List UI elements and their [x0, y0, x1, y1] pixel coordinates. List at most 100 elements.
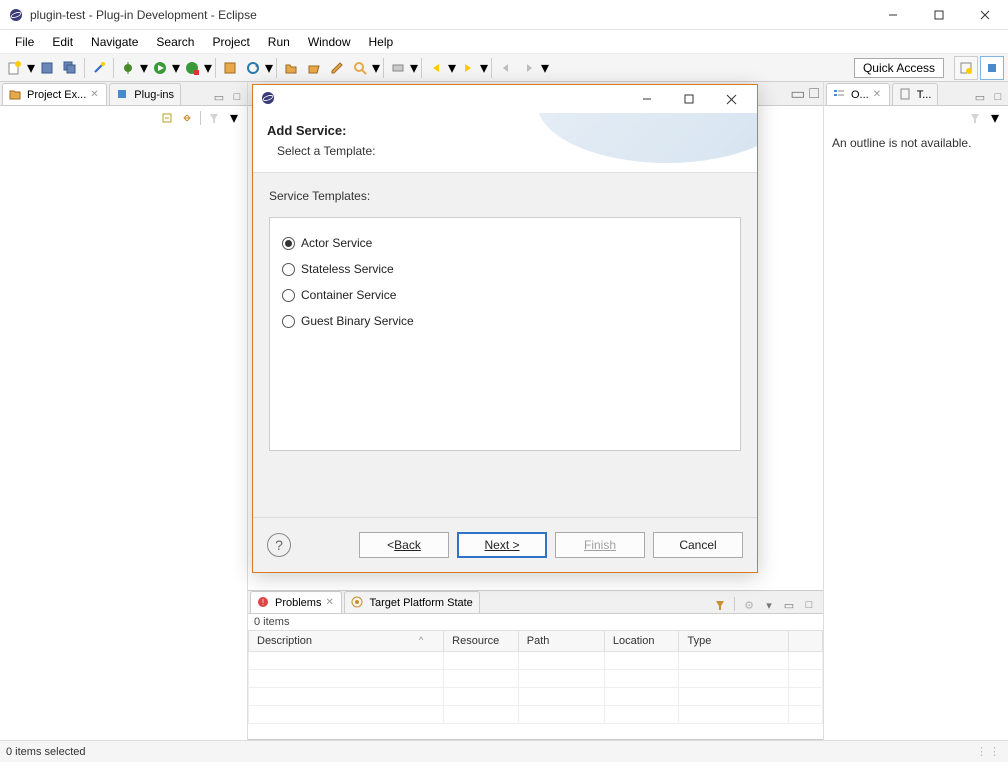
outline-icon — [833, 88, 847, 102]
project-explorer-toolbar: ▾ — [0, 106, 247, 130]
filter-icon[interactable] — [205, 109, 223, 127]
dialog-footer: ? < Back Next > Finish Cancel — [253, 518, 757, 572]
dropdown-icon[interactable]: ▾ — [204, 58, 212, 78]
col-spacer — [788, 631, 822, 652]
back-button[interactable]: < Back — [359, 532, 449, 558]
titlebar: plugin-test - Plug-in Development - Ecli… — [0, 0, 1008, 30]
collapse-all-icon[interactable] — [158, 109, 176, 127]
menu-file[interactable]: File — [6, 32, 43, 52]
view-menu-icon[interactable]: ▾ — [986, 109, 1004, 127]
problems-icon: ! — [257, 596, 271, 610]
menu-project[interactable]: Project — [203, 32, 258, 52]
minimize-view-icon[interactable]: ▭ — [781, 597, 797, 613]
radio-guest-binary-service[interactable]: Guest Binary Service — [280, 308, 730, 334]
new-icon[interactable] — [4, 57, 26, 79]
dropdown-icon[interactable]: ▾ — [410, 58, 418, 78]
back-icon[interactable] — [495, 57, 517, 79]
menu-navigate[interactable]: Navigate — [82, 32, 147, 52]
table-row — [249, 688, 823, 706]
tab-problems[interactable]: ! Problems ✕ — [250, 591, 342, 613]
window-maximize[interactable] — [916, 0, 962, 30]
dropdown-icon[interactable]: ▾ — [541, 58, 549, 78]
close-icon[interactable]: ✕ — [325, 597, 335, 608]
col-resource[interactable]: Resource — [444, 631, 519, 652]
quick-access[interactable]: Quick Access — [854, 58, 944, 78]
wand-icon[interactable] — [88, 57, 110, 79]
perspective-plugin-icon[interactable] — [980, 56, 1004, 80]
view-menu-icon[interactable]: ⚙ — [741, 597, 757, 613]
toggle-icon[interactable] — [387, 57, 409, 79]
window-minimize[interactable] — [870, 0, 916, 30]
table-row — [249, 652, 823, 670]
menu-edit[interactable]: Edit — [43, 32, 82, 52]
finish-button[interactable]: Finish — [555, 532, 645, 558]
close-icon[interactable]: ✕ — [873, 89, 883, 100]
window-close[interactable] — [962, 0, 1008, 30]
col-description[interactable]: Description — [249, 631, 444, 652]
save-icon[interactable] — [36, 57, 58, 79]
outline-toolbar: ▾ — [824, 106, 1008, 130]
radio-stateless-service[interactable]: Stateless Service — [280, 256, 730, 282]
dropdown-icon[interactable]: ▾ — [448, 58, 456, 78]
folder-icon[interactable] — [280, 57, 302, 79]
filter-toolbar-icon[interactable] — [712, 597, 728, 613]
template-list: Actor Service Stateless Service Containe… — [269, 217, 741, 451]
dropdown-icon[interactable]: ▾ — [265, 58, 273, 78]
tab-tasks[interactable]: T... — [892, 83, 939, 105]
dropdown-icon[interactable]: ▾ — [27, 58, 35, 78]
dialog-header: Add Service: Select a Template: — [253, 113, 757, 173]
cancel-button[interactable]: Cancel — [653, 532, 743, 558]
dropdown-icon[interactable]: ▾ — [372, 58, 380, 78]
nav-fwd-icon[interactable] — [457, 57, 479, 79]
dialog-minimize[interactable] — [635, 89, 659, 109]
maximize-view-icon[interactable]: □ — [990, 89, 1006, 105]
pencil-icon[interactable] — [326, 57, 348, 79]
tab-project-explorer[interactable]: Project Ex... ✕ — [2, 83, 107, 105]
run-ext-icon[interactable] — [181, 57, 203, 79]
dialog-close[interactable] — [719, 89, 743, 109]
project-explorer-body — [0, 130, 247, 740]
plugin-icon — [116, 88, 130, 102]
menu-help[interactable]: Help — [360, 32, 403, 52]
col-type[interactable]: Type — [679, 631, 788, 652]
radio-actor-service[interactable]: Actor Service — [280, 230, 730, 256]
nav-back-icon[interactable] — [425, 57, 447, 79]
help-icon[interactable]: ? — [267, 533, 291, 557]
maximize-view-icon[interactable]: □ — [809, 85, 819, 103]
menu-run[interactable]: Run — [259, 32, 299, 52]
maximize-view-icon[interactable]: □ — [801, 597, 817, 613]
minimize-view-icon[interactable]: ▭ — [790, 84, 805, 104]
open-plugin-icon[interactable] — [219, 57, 241, 79]
tab-outline[interactable]: O... ✕ — [826, 83, 890, 105]
dialog-maximize[interactable] — [677, 89, 701, 109]
refresh-icon[interactable] — [242, 57, 264, 79]
filter-icon[interactable] — [966, 109, 984, 127]
next-button[interactable]: Next > — [457, 532, 547, 558]
dropdown-icon[interactable]: ▾ — [480, 58, 488, 78]
radio-container-service[interactable]: Container Service — [280, 282, 730, 308]
search-icon[interactable] — [349, 57, 371, 79]
tab-plugins[interactable]: Plug-ins — [109, 83, 181, 105]
run-icon[interactable] — [149, 57, 171, 79]
dropdown-icon[interactable]: ▾ — [172, 58, 180, 78]
view-menu-icon[interactable]: ▾ — [225, 109, 243, 127]
close-icon[interactable]: ✕ — [90, 89, 100, 100]
folder-open-icon[interactable] — [303, 57, 325, 79]
maximize-view-icon[interactable]: □ — [229, 89, 245, 105]
menu-window[interactable]: Window — [299, 32, 360, 52]
menu-search[interactable]: Search — [147, 32, 203, 52]
tab-target-platform[interactable]: Target Platform State — [344, 591, 479, 613]
link-editor-icon[interactable] — [178, 109, 196, 127]
view-dropdown-icon[interactable]: ▾ — [761, 597, 777, 613]
minimize-view-icon[interactable]: ▭ — [211, 89, 227, 105]
debug-icon[interactable] — [117, 57, 139, 79]
bottom-tabbar: ! Problems ✕ Target Platform State ⚙ ▾ ▭… — [248, 590, 823, 614]
minimize-view-icon[interactable]: ▭ — [972, 89, 988, 105]
perspective-open-icon[interactable] — [954, 56, 978, 80]
col-location[interactable]: Location — [604, 631, 679, 652]
save-all-icon[interactable] — [59, 57, 81, 79]
col-path[interactable]: Path — [518, 631, 604, 652]
dropdown-icon[interactable]: ▾ — [140, 58, 148, 78]
fwd-icon[interactable] — [518, 57, 540, 79]
svg-text:!: ! — [262, 598, 264, 607]
